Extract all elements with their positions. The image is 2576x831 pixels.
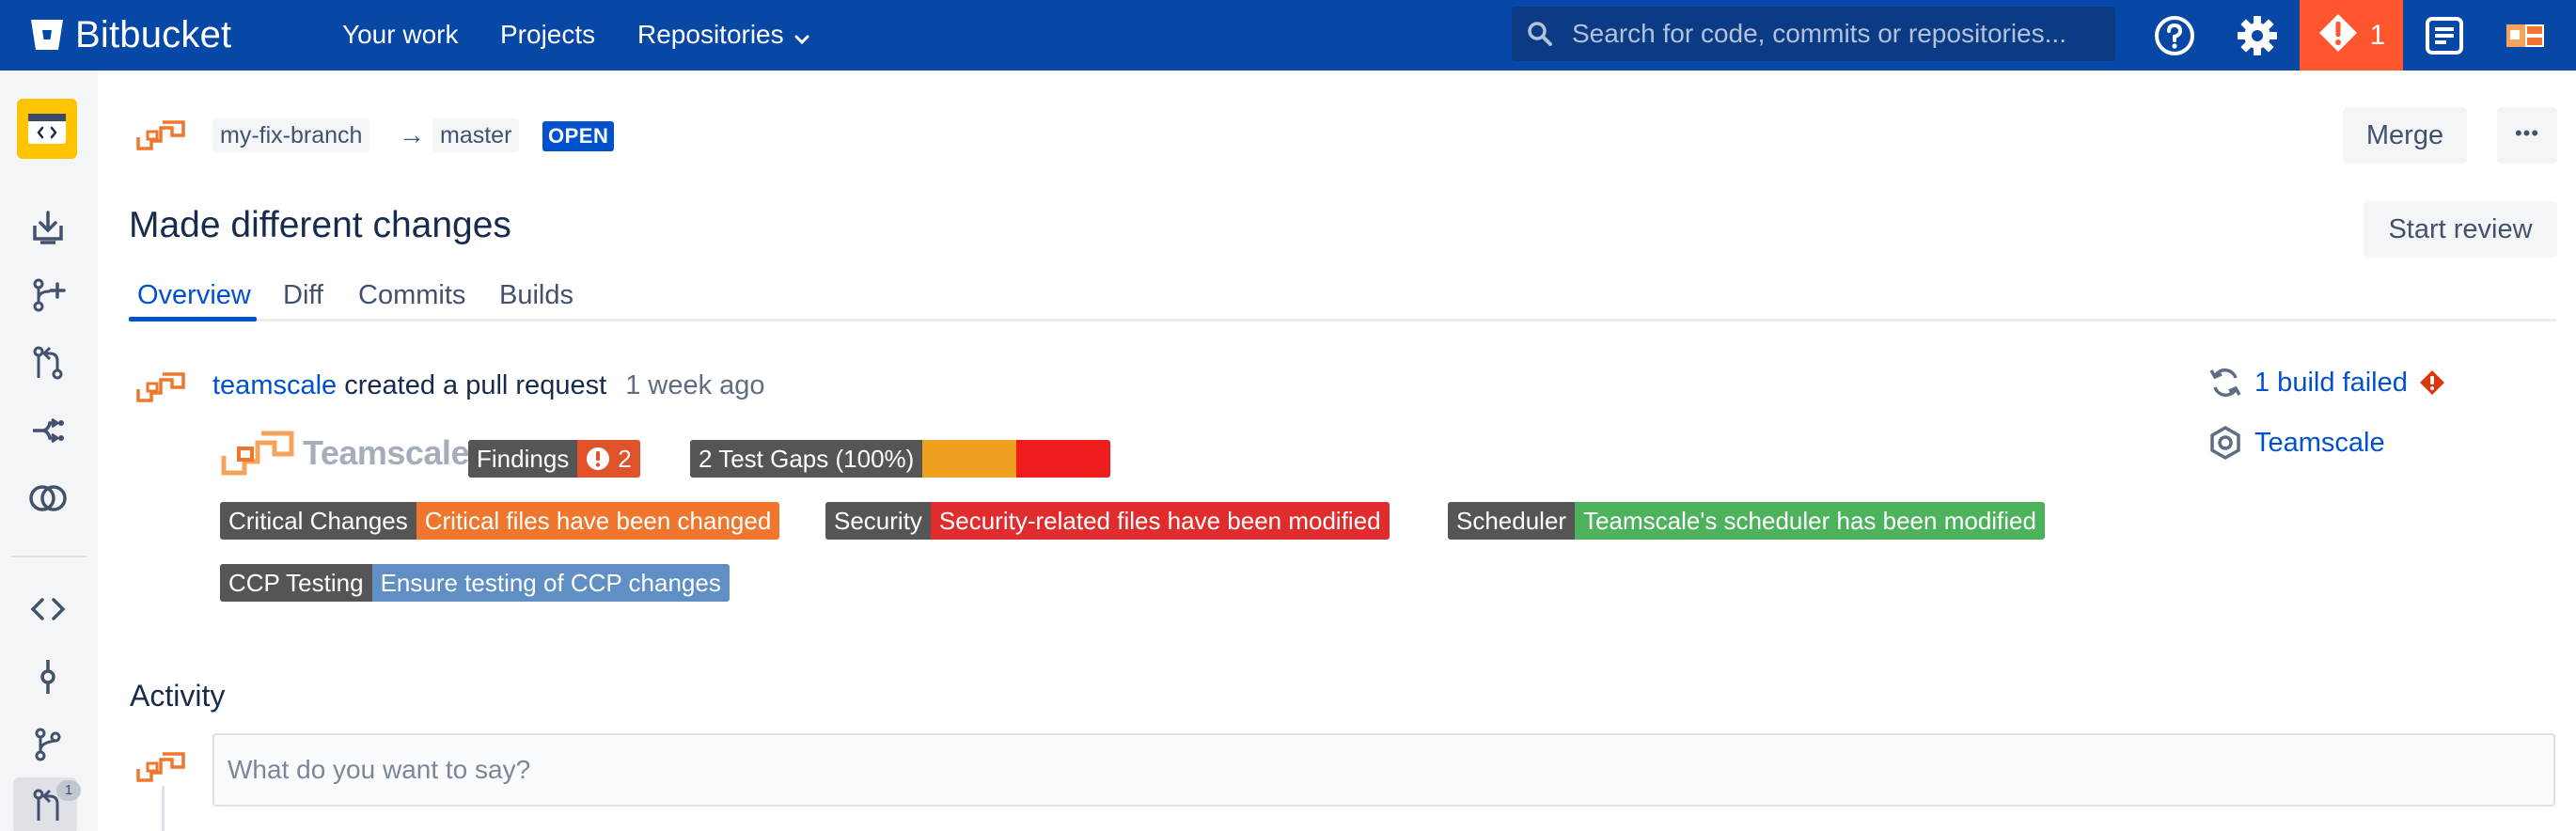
badge-key: CCP Testing bbox=[220, 564, 372, 602]
findings-badge[interactable]: Findings 2 bbox=[468, 440, 640, 478]
ccp-testing-badge[interactable]: CCP Testing Ensure testing of CCP change… bbox=[220, 564, 730, 602]
profile-avatar[interactable] bbox=[2499, 9, 2552, 62]
teamscale-integration-label: Teamscale bbox=[2254, 427, 2385, 458]
badge-value: Security-related files have been modifie… bbox=[930, 502, 1390, 540]
compare-branches-icon[interactable] bbox=[24, 475, 71, 522]
source-branch[interactable]: my-fix-branch bbox=[212, 118, 370, 152]
findings-count-segment: 2 bbox=[577, 440, 640, 478]
nav-your-work[interactable]: Your work bbox=[342, 0, 458, 71]
build-failed-icon bbox=[2419, 370, 2444, 395]
clone-icon[interactable] bbox=[24, 204, 71, 251]
nav-repositories[interactable]: Repositories bbox=[637, 0, 810, 71]
build-status-link[interactable]: 1 build failed bbox=[2207, 365, 2445, 400]
test-gaps-badge[interactable]: 2 Test Gaps (100%) bbox=[690, 440, 1111, 478]
more-actions-button[interactable]: ••• bbox=[2497, 107, 2557, 164]
pr-creator-line: teamscale created a pull request 1 week … bbox=[212, 370, 765, 401]
pull-requests-count-badge: 1 bbox=[56, 780, 81, 801]
teamscale-avatar bbox=[136, 372, 185, 402]
teamscale-avatar bbox=[136, 120, 185, 150]
tab-builds[interactable]: Builds bbox=[499, 280, 573, 311]
alert-count: 1 bbox=[2369, 19, 2386, 51]
alert-icon bbox=[2317, 12, 2359, 58]
critical-changes-badge[interactable]: Critical Changes Critical files have bee… bbox=[220, 502, 780, 540]
test-gap-changed-segment bbox=[922, 440, 1017, 478]
search-field[interactable] bbox=[1512, 7, 2115, 61]
repository-icon[interactable] bbox=[17, 99, 77, 159]
badge-key: Security bbox=[825, 502, 931, 540]
bitbucket-icon bbox=[31, 20, 63, 50]
repository-sidebar: 1 bbox=[0, 71, 98, 831]
create-branch-icon[interactable] bbox=[24, 272, 71, 319]
notes-icon[interactable] bbox=[2418, 9, 2471, 62]
teamscale-logo[interactable]: Teamscale bbox=[220, 427, 469, 479]
teamscale-logo-mark bbox=[221, 431, 294, 476]
branches-icon[interactable] bbox=[24, 721, 71, 768]
error-icon bbox=[587, 447, 610, 470]
chevron-down-icon bbox=[793, 2, 810, 71]
active-tab-indicator bbox=[129, 317, 257, 321]
creator-action: created a pull request bbox=[344, 370, 607, 400]
branch-arrow: → bbox=[399, 120, 425, 149]
findings-label: Findings bbox=[468, 440, 578, 478]
hexagon-icon bbox=[2210, 425, 2240, 461]
test-gaps-label: 2 Test Gaps (100%) bbox=[690, 440, 923, 478]
fork-icon[interactable] bbox=[24, 407, 71, 454]
search-icon bbox=[1527, 21, 1553, 52]
start-review-button[interactable]: Start review bbox=[2364, 201, 2557, 258]
search-input[interactable] bbox=[1572, 7, 2108, 61]
teamscale-integration-link[interactable]: Teamscale bbox=[2207, 425, 2385, 461]
test-gap-missing-segment bbox=[1016, 440, 1111, 478]
commits-icon[interactable] bbox=[24, 653, 71, 700]
bitbucket-logo[interactable]: Bitbucket bbox=[30, 11, 231, 58]
tab-overview[interactable]: Overview bbox=[137, 280, 251, 311]
badge-key: Critical Changes bbox=[220, 502, 416, 540]
alerts-button[interactable]: 1 bbox=[2300, 0, 2403, 71]
created-time: 1 week ago bbox=[625, 370, 765, 400]
author-link[interactable]: teamscale bbox=[212, 370, 337, 400]
teamscale-avatar bbox=[136, 752, 185, 782]
scheduler-badge[interactable]: Scheduler Teamscale's scheduler has been… bbox=[1448, 502, 2045, 540]
tab-diff[interactable]: Diff bbox=[283, 280, 323, 311]
test-gap-bar bbox=[922, 440, 1111, 478]
help-icon[interactable] bbox=[2148, 9, 2201, 62]
page-title: Made different changes bbox=[129, 205, 511, 245]
build-status-label: 1 build failed bbox=[2254, 367, 2408, 398]
target-branch[interactable]: master bbox=[432, 118, 520, 152]
refresh-icon bbox=[2209, 368, 2241, 398]
status-badge: OPEN bbox=[542, 121, 615, 151]
comment-input[interactable] bbox=[214, 735, 2553, 805]
badge-value: Teamscale's scheduler has been modified bbox=[1575, 502, 2045, 540]
pr-tabs bbox=[129, 273, 2556, 321]
nav-repositories-label: Repositories bbox=[637, 20, 784, 49]
badge-value: Critical files have been changed bbox=[416, 502, 780, 540]
activity-thread-line bbox=[162, 786, 165, 831]
comment-box[interactable] bbox=[212, 733, 2555, 807]
source-icon[interactable] bbox=[24, 586, 71, 633]
settings-icon[interactable] bbox=[2231, 9, 2284, 62]
sidebar-divider bbox=[11, 556, 86, 557]
badge-key: Scheduler bbox=[1448, 502, 1576, 540]
findings-count: 2 bbox=[618, 445, 632, 473]
activity-heading: Activity bbox=[130, 679, 226, 713]
security-badge[interactable]: Security Security-related files have bee… bbox=[825, 502, 1390, 540]
top-navigation-bar: Bitbucket Your work Projects Repositorie… bbox=[0, 0, 2576, 71]
app-name: Bitbucket bbox=[75, 13, 232, 55]
tab-commits[interactable]: Commits bbox=[358, 280, 465, 311]
badge-value: Ensure testing of CCP changes bbox=[371, 564, 730, 602]
merge-button[interactable]: Merge bbox=[2343, 107, 2467, 164]
teamscale-logo-text: Teamscale bbox=[303, 433, 469, 472]
compare-icon[interactable] bbox=[24, 339, 71, 386]
nav-projects[interactable]: Projects bbox=[500, 0, 595, 71]
